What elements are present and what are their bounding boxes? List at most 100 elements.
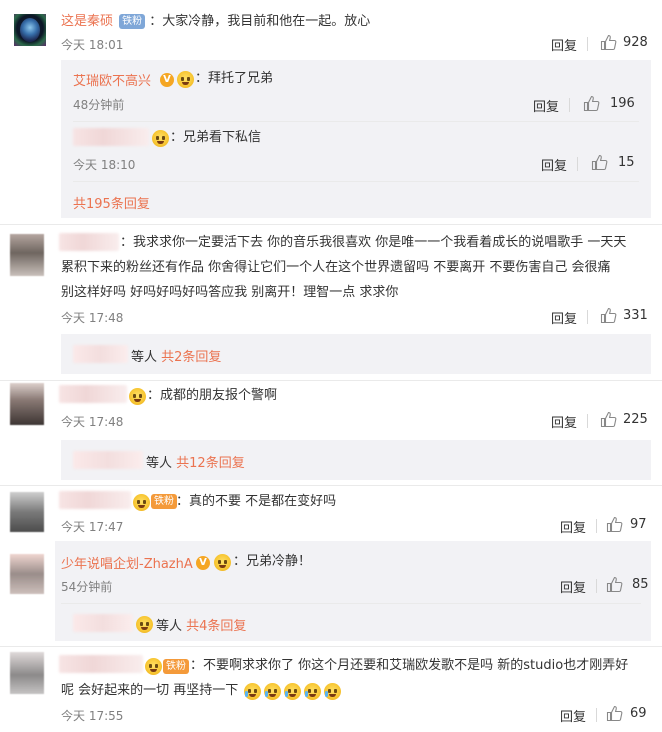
thumbs-up-icon[interactable] (606, 516, 623, 533)
avatar[interactable] (10, 234, 44, 276)
subreply-text: ：兄弟冷静！ (233, 554, 312, 569)
reply-button[interactable]: 回复 (541, 155, 567, 174)
comment-text: ：真的不要 不是都在变好吗 (176, 494, 337, 509)
username[interactable]: 少年说唱企划-ZhazhA (61, 557, 193, 572)
like-count: 85 (632, 577, 649, 592)
avatar[interactable] (10, 492, 44, 532)
reply-button[interactable]: 回复 (560, 517, 586, 536)
divider (0, 380, 662, 381)
comment-text-line1: ：不要啊求求你了 你这个月还要和艾瑞欧发歌不是吗 新的studio也才刚弄好 (190, 658, 629, 673)
divider (73, 181, 639, 182)
more-replies: 等人 共2条回复 (131, 346, 221, 365)
avatar[interactable] (10, 554, 44, 594)
comment-text: ：成都的朋友报个警啊 (147, 388, 278, 403)
username-blurred[interactable] (59, 491, 131, 509)
username-blurred[interactable] (73, 614, 133, 632)
comment-time: 今天 17:55 (61, 709, 124, 723)
like-count: 15 (618, 155, 635, 170)
like-count: 331 (623, 308, 648, 323)
divider (0, 485, 662, 486)
separator (577, 157, 578, 171)
more-replies-link[interactable]: 共195条回复 (73, 193, 150, 212)
thumbs-up-icon[interactable] (591, 154, 608, 171)
fan-badge: 铁粉 (119, 14, 146, 29)
username-blurred[interactable] (73, 451, 143, 469)
vip-v-icon: V (160, 73, 174, 87)
like-count: 196 (610, 96, 635, 111)
subreply-time: 54分钟前 (61, 580, 113, 594)
crying-emoji-icon (264, 683, 281, 700)
reply-button[interactable]: 回复 (551, 308, 577, 327)
reply-button[interactable]: 回复 (560, 577, 586, 596)
divider (0, 646, 662, 647)
crown-icon (129, 388, 146, 405)
fan-badge: 铁粉 (151, 494, 177, 509)
thumbs-up-icon[interactable] (606, 576, 623, 593)
more-replies-link[interactable]: 共4条回复 (186, 619, 246, 634)
separator (587, 310, 588, 324)
subreply-time: 48分钟前 (73, 98, 125, 112)
separator (569, 98, 570, 112)
avatar[interactable] (10, 383, 44, 425)
username-blurred[interactable] (73, 128, 149, 146)
crown-icon (145, 658, 162, 675)
comment-text-line2: 累积下来的粉丝还有作品 你舍得让它们一个人在这个世界遗留吗 不要离开 不要伤害自… (61, 260, 611, 275)
subreply-time: 今天 18:10 (73, 158, 136, 172)
username-blurred[interactable] (73, 345, 128, 363)
thumbs-up-icon[interactable] (600, 34, 617, 51)
vip-v-icon: V (196, 556, 210, 570)
crown-icon (177, 71, 194, 88)
thumbs-up-icon[interactable] (600, 411, 617, 428)
username[interactable]: 这是秦硕 (61, 14, 113, 29)
more-prefix: 等人 (156, 619, 183, 634)
avatar[interactable] (10, 652, 44, 694)
subreply-text: ：拜托了兄弟 (195, 71, 274, 86)
separator (596, 708, 597, 722)
more-replies-link[interactable]: 共2条回复 (161, 350, 221, 365)
crying-emoji-icon (284, 683, 301, 700)
crown-icon (133, 494, 150, 511)
reply-button[interactable]: 回复 (533, 96, 559, 115)
like-count: 97 (630, 517, 647, 532)
separator (596, 579, 597, 593)
more-replies: 等人 共12条回复 (146, 452, 245, 471)
crown-icon (214, 554, 231, 571)
subreply-header: 少年说唱企划-ZhazhA (61, 553, 193, 572)
reply-button[interactable]: 回复 (551, 35, 577, 54)
divider (61, 603, 641, 604)
separator (587, 37, 588, 51)
reply-button[interactable]: 回复 (560, 706, 586, 725)
subreply-text: ：兄弟看下私信 (170, 130, 262, 145)
comment-time: 今天 17:47 (61, 520, 124, 534)
thumbs-up-icon[interactable] (583, 95, 600, 112)
more-replies-link[interactable]: 共12条回复 (176, 456, 245, 471)
comment-time: 今天 17:48 (61, 415, 124, 429)
fan-badge-wrap: 铁粉 (151, 494, 177, 509)
separator (596, 519, 597, 533)
fan-badge: 铁粉 (163, 659, 189, 674)
comment-time: 今天 18:01 (61, 38, 124, 52)
comment-time: 今天 17:48 (61, 311, 124, 325)
thumbs-up-icon[interactable] (600, 307, 617, 324)
crying-emoji-icon (244, 683, 261, 700)
crying-emoji-icon (304, 683, 321, 700)
subreply-1-header: 艾瑞欧不高兴 (73, 70, 151, 89)
more-replies: 等人 共4条回复 (156, 615, 246, 634)
reply-button[interactable]: 回复 (551, 412, 577, 431)
like-count: 928 (623, 35, 648, 50)
avatar[interactable] (14, 14, 46, 46)
comment-text-line1: ：我求求你一定要活下去 你的音乐我很喜欢 你是唯一一个我看着成长的说唱歌手 一天… (120, 235, 627, 250)
username-blurred[interactable] (59, 385, 127, 403)
username-blurred[interactable] (59, 233, 119, 251)
like-count: 69 (630, 706, 647, 721)
crying-emoji-icon (324, 683, 341, 700)
separator (587, 414, 588, 428)
comment-text: ：大家冷静，我目前和他在一起。放心 (149, 14, 371, 29)
thumbs-up-icon[interactable] (606, 705, 623, 722)
more-prefix: 等人 (131, 350, 158, 365)
comment-text-line3: 别这样好吗 好吗好吗好吗答应我 别离开！理智一点 求求你 (61, 285, 399, 300)
comment-text-line2: 呢 会好起来的一切 再坚持一下 (61, 683, 239, 698)
divider (0, 224, 662, 225)
username[interactable]: 艾瑞欧不高兴 (73, 74, 151, 89)
username-blurred[interactable] (59, 655, 143, 673)
